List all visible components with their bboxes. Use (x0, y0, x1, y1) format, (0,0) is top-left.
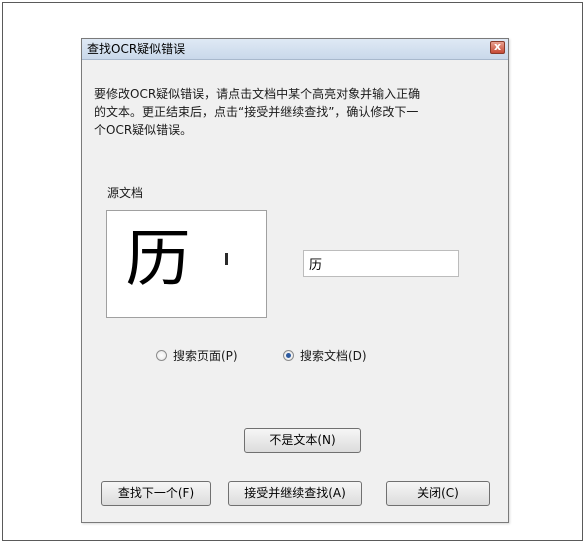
radio-checked-icon (283, 350, 294, 361)
close-icon: x (493, 40, 502, 53)
not-text-button[interactable]: 不是文本(N) (244, 428, 361, 453)
dialog-title: 查找OCR疑似错误 (87, 42, 186, 56)
close-window-button[interactable]: x (490, 40, 505, 54)
source-preview-character: 历 (125, 222, 191, 295)
instructions-line: 个OCR疑似错误。 (94, 123, 193, 137)
accept-and-continue-button[interactable]: 接受并继续查找(A) (228, 481, 362, 506)
screenshot-frame: 查找OCR疑似错误 x 要修改OCR疑似错误，请点击文档中某个高亮对象并输入正确… (2, 2, 583, 541)
correction-input[interactable] (303, 250, 459, 277)
find-ocr-errors-dialog: 查找OCR疑似错误 x 要修改OCR疑似错误，请点击文档中某个高亮对象并输入正确… (81, 38, 509, 523)
find-next-button[interactable]: 查找下一个(F) (101, 481, 211, 506)
radio-unchecked-icon (156, 350, 167, 361)
instructions-text: 要修改OCR疑似错误，请点击文档中某个高亮对象并输入正确 的文本。更正结束后，点… (94, 85, 498, 139)
instructions-line: 要修改OCR疑似错误，请点击文档中某个高亮对象并输入正确 (94, 87, 421, 101)
instructions-line: 的文本。更正结束后，点击“接受并继续查找”，确认修改下一 (94, 105, 419, 119)
search-page-label: 搜索页面(P) (173, 349, 238, 363)
source-document-label: 源文档 (107, 186, 144, 200)
preview-fragment-mark (225, 253, 228, 265)
source-preview-image: 历 (106, 210, 267, 318)
close-button[interactable]: 关闭(C) (386, 481, 490, 506)
title-bar[interactable]: 查找OCR疑似错误 x (82, 39, 508, 60)
search-document-label: 搜索文档(D) (300, 349, 367, 363)
